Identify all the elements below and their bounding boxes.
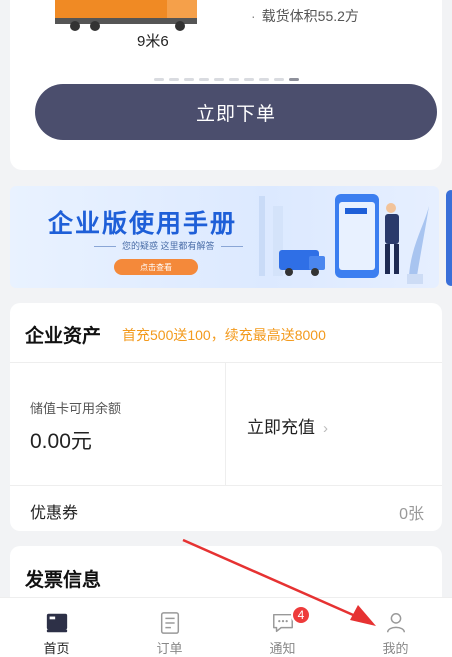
vehicle-name: 9米6 [137, 33, 169, 50]
recharge-label: 立即充值 [247, 418, 315, 437]
pager-dot [274, 78, 284, 81]
banner-illustration [259, 194, 429, 284]
assets-title: 企业资产 [25, 326, 102, 347]
recharge-button[interactable]: 立即充值 › [247, 413, 328, 438]
balance-value: 0.00元 [30, 430, 92, 453]
tab-profile[interactable]: 我的 [339, 598, 452, 657]
tab-home-label: 首页 [43, 641, 70, 656]
coupon-label[interactable]: 优惠券 [30, 499, 78, 523]
bullet-dot: · [251, 8, 256, 24]
tab-profile-label: 我的 [382, 641, 409, 656]
tab-orders-label: 订单 [156, 641, 183, 656]
pager-dot [244, 78, 254, 81]
banner-view-button[interactable]: 点击查看 [114, 259, 198, 275]
chevron-right-icon: › [323, 420, 328, 437]
banner-subtitle: 您的疑惑 这里都有解答 [88, 239, 249, 252]
pager-dot [169, 78, 179, 81]
pager-dot [199, 78, 209, 81]
pager-dot [154, 78, 164, 81]
invoice-title: 发票信息 [25, 570, 102, 591]
banner-title: 企业版使用手册 [48, 210, 238, 238]
pager-dot [229, 78, 239, 81]
next-banner-edge [446, 190, 452, 286]
divider [10, 485, 442, 486]
enterprise-assets-card: 企业资产 首充500送100，续充最高送8000 储值卡可用余额 0.00元 立… [10, 303, 442, 531]
bottom-tab-bar: 首页 订单 4 通知 我的 [0, 597, 452, 657]
pager-dot [214, 78, 224, 81]
notification-badge: 4 [291, 605, 311, 625]
pager-dot-active [289, 78, 299, 81]
coupon-count: 0张 [399, 506, 424, 523]
divider [10, 362, 442, 363]
order-now-button[interactable]: 立即下单 [35, 84, 437, 140]
divider [225, 363, 226, 485]
tab-notifications[interactable]: 4 通知 [226, 598, 339, 657]
pager-dot [184, 78, 194, 81]
balance-label: 储值卡可用余额 [30, 401, 122, 416]
tab-home[interactable]: 首页 [0, 598, 113, 657]
profile-icon [386, 613, 405, 633]
home-icon [46, 613, 67, 633]
carousel-pager [154, 78, 299, 81]
recharge-promo-text: 首充500送100，续充最高送8000 [122, 327, 326, 343]
pager-dot [259, 78, 269, 81]
vehicle-spec: 载货体积55.2方 [261, 8, 359, 24]
vehicle-card[interactable]: · 载货体积55.2方 9米6 立即下单 [10, 0, 442, 170]
enterprise-manual-banner[interactable]: 企业版使用手册 您的疑惑 这里都有解答 点击查看 [10, 186, 439, 288]
tab-notifications-label: 通知 [269, 641, 296, 656]
truck-image [55, 0, 197, 31]
tab-orders[interactable]: 订单 [113, 598, 226, 657]
orders-icon [160, 612, 179, 634]
